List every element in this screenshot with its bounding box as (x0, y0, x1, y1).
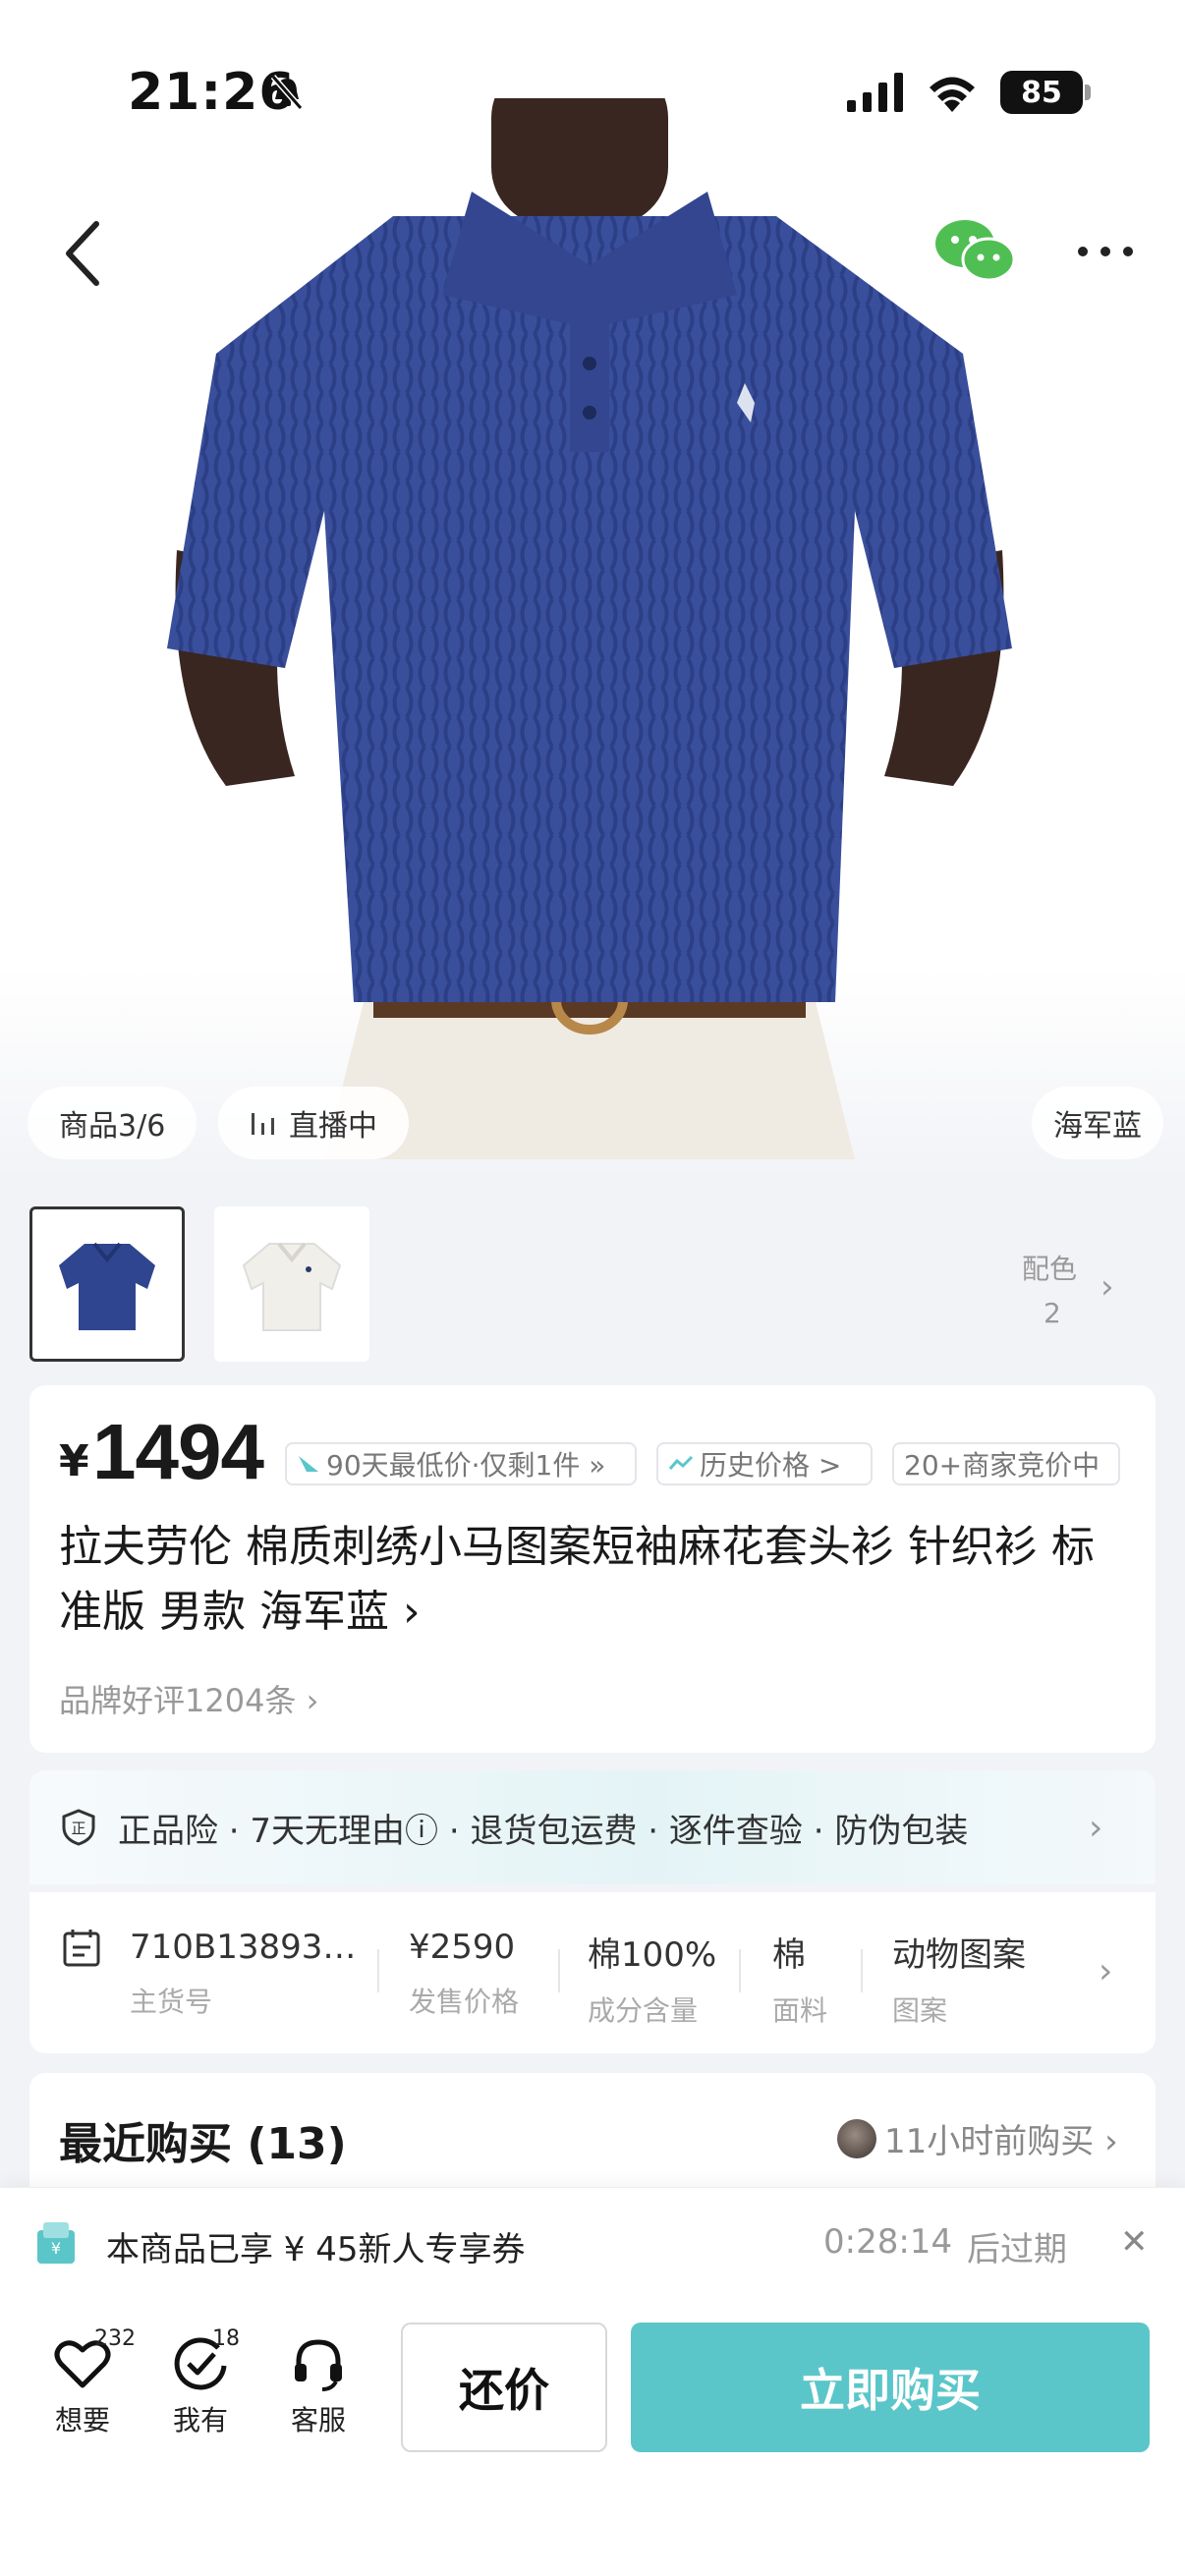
wifi-icon (930, 77, 975, 112)
latest-purchase-text: 11小时前购买 › (884, 2122, 1118, 2161)
guarantee-text: 正品险 · 7天无理由ⓘ · 退货包运费 · 逐件查验 · 防伪包装 (118, 1811, 969, 1851)
brand-reviews-link[interactable]: 品牌好评1204条 › (59, 1676, 318, 1721)
spec-fabric: 棉 面料 (772, 1935, 828, 2027)
product-title[interactable]: 拉夫劳伦 棉质刺绣小马图案短袖麻花套头衫 针织衫 标准版 男款 海军蓝 › (59, 1515, 1100, 1645)
chevron-right-icon: › (1100, 1267, 1114, 1307)
product-price: 1494 (92, 1408, 264, 1495)
back-arrow-icon[interactable] (55, 214, 114, 293)
live-label: 直播中 (289, 1109, 377, 1144)
silent-bell-icon (270, 75, 304, 110)
headset-icon (295, 2339, 342, 2391)
image-counter: 商品3/6 (28, 1087, 198, 1159)
color-name-tag: 海军蓝 (1032, 1087, 1163, 1159)
navy-polo-thumbnail (59, 1242, 155, 1330)
variants-label: 配色 (1022, 1253, 1078, 1285)
have-label: 我有 (172, 2404, 228, 2436)
divider (377, 1949, 379, 1992)
chevron-right-icon: › (1089, 1808, 1103, 1848)
chevron-right-icon: › (1099, 1951, 1113, 1991)
lowest-price-tag[interactable]: 90天最低价·仅剩1件 » (285, 1442, 637, 1485)
divider (558, 1949, 560, 1992)
avatar (837, 2118, 876, 2158)
svg-text:¥: ¥ (51, 2239, 61, 2258)
live-bars-icon (252, 1113, 274, 1135)
shield-icon: 正 (62, 1809, 95, 1846)
service-label: 客服 (290, 2404, 346, 2436)
close-icon[interactable]: ✕ (1120, 2222, 1149, 2262)
coupon-wallet-icon: ¥ (37, 2222, 75, 2264)
divider (861, 1949, 863, 1992)
variants-count: 2 (1044, 1297, 1061, 1329)
buy-now-button[interactable]: 立即购买 (631, 2323, 1150, 2452)
have-button[interactable]: 我有 (161, 2336, 240, 2438)
have-count: 18 (212, 2326, 240, 2351)
customer-service-button[interactable]: 客服 (279, 2336, 358, 2438)
spec-retail-price: ¥2590 发售价格 (409, 1928, 520, 2018)
svg-text:正: 正 (71, 1820, 85, 1837)
battery-indicator: 85 (1000, 71, 1091, 114)
divider (739, 1949, 741, 1992)
more-options-icon[interactable] (1073, 224, 1138, 279)
coupon-countdown: 0:28:14 (823, 2222, 953, 2262)
product-photo[interactable] (147, 98, 1032, 1159)
want-label: 想要 (54, 2404, 110, 2436)
merchant-bidding-tag[interactable]: 20+商家竞价中 (892, 1442, 1120, 1485)
make-offer-button[interactable]: 还价 (401, 2323, 607, 2452)
recent-purchases-title: 最近购买 (13) (59, 2119, 347, 2169)
chart-line-icon (668, 1455, 694, 1470)
thumbnail-white[interactable] (214, 1206, 369, 1362)
white-polo-thumbnail (242, 1242, 342, 1331)
status-indicators: 85 (847, 65, 1091, 120)
spec-pattern: 动物图案 图案 (892, 1935, 1026, 2027)
price-history-text: 历史价格 > (700, 1449, 842, 1482)
spec-article-number: 710B13893… 主货号 (130, 1928, 357, 2018)
calendar-spec-icon (63, 1930, 100, 1967)
coupon-expire-label: 后过期 (967, 2230, 1067, 2269)
coupon-text: 本商品已享 ¥ 45新人专享券 (106, 2230, 526, 2269)
want-button[interactable]: 想要 (43, 2336, 122, 2438)
color-variants-button[interactable]: 配色 2 (1022, 1248, 1140, 1329)
latest-purchase-link[interactable]: 11小时前购买 › (837, 2114, 1118, 2162)
price-history-tag[interactable]: 历史价格 > (656, 1442, 873, 1485)
spec-composition: 棉100% 成分含量 (588, 1935, 717, 2027)
price-currency: ¥ (59, 1436, 89, 1486)
authenticity-guarantee-bar[interactable]: 正 正品险 · 7天无理由ⓘ · 退货包运费 · 逐件查验 · 防伪包装 (29, 1770, 1156, 1884)
wechat-share-icon[interactable] (933, 216, 1016, 287)
live-stream-button[interactable]: 直播中 (218, 1087, 409, 1159)
thumbnail-navy[interactable] (29, 1206, 185, 1362)
trend-down-icon (299, 1456, 318, 1472)
lowest-price-text: 90天最低价·仅剩1件 » (326, 1449, 606, 1482)
cellular-signal-icon (847, 73, 903, 112)
want-count: 232 (94, 2326, 136, 2351)
